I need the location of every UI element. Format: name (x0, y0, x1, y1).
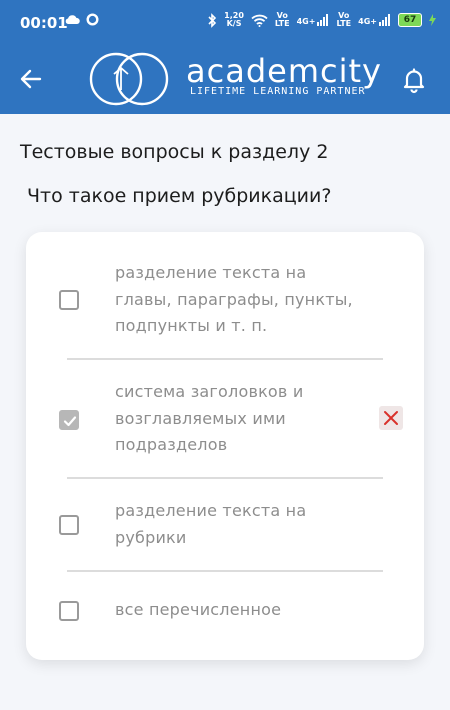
answer-options-card: разделение текста на главы, параграфы, п… (26, 232, 424, 660)
answer-line: система заголовков и (115, 382, 304, 401)
status-bar: 00:01 1,20 K/S Vo LTE 4G+ Vo LTE 4G+ 67 (0, 0, 450, 46)
sim1-signal: 4G+ (297, 14, 330, 26)
network-speed: 1,20 K/S (224, 12, 244, 28)
answer-line: главы, параграфы, пункты, (115, 289, 353, 309)
answer-line: подразделов (115, 435, 228, 454)
sim1-bottom: LTE (274, 19, 290, 28)
notifications-button[interactable] (400, 66, 428, 94)
answer-text: все перечисленное (115, 597, 375, 624)
answer-text: разделение текста на рубрики (115, 498, 375, 551)
sim2-generation: 4G+ (358, 17, 377, 26)
answer-checkbox[interactable] (59, 601, 79, 621)
answer-option[interactable]: все перечисленное (26, 572, 424, 652)
answer-checkbox[interactable] (59, 290, 79, 310)
status-time: 00:01 (20, 14, 68, 32)
academcity-logo: academcity LIFETIME LEARNING PARTNER (86, 50, 381, 108)
answer-line: подпункты и т. п. (115, 316, 268, 335)
cloud-icon (65, 15, 80, 24)
answer-option[interactable]: разделение текста на рубрики (26, 479, 424, 571)
answer-line: разделение текста на (115, 263, 307, 282)
status-left-icons (64, 13, 99, 26)
network-speed-unit: K/S (226, 19, 242, 28)
logo-word: academcity (186, 52, 382, 90)
answer-line: возглавляемых ими (115, 408, 286, 428)
answer-checkbox[interactable] (59, 515, 79, 535)
answer-line: все перечисленное (115, 600, 282, 619)
answer-checkbox-checked[interactable] (59, 410, 79, 430)
sim1-generation: 4G+ (296, 17, 316, 26)
wrong-answer-marker (379, 406, 403, 430)
wifi-icon (251, 14, 268, 27)
signal-icon (317, 14, 329, 26)
bell-icon (403, 68, 425, 94)
answer-line: разделение текста на (115, 501, 307, 520)
close-icon (384, 411, 398, 425)
top-app-bar: 00:01 1,20 K/S Vo LTE 4G+ Vo LTE 4G+ 67 … (0, 0, 450, 114)
circle-icon (86, 13, 99, 26)
logo-circles-icon (89, 52, 169, 106)
check-icon (63, 416, 77, 427)
signal-icon (379, 14, 390, 26)
sim1-volte: Vo LTE (275, 12, 290, 28)
bluetooth-icon (208, 12, 217, 28)
answer-option-selected[interactable]: система заголовков и возглавляемых ими п… (26, 360, 424, 478)
answer-text: система заголовков и возглавляемых ими п… (115, 379, 375, 459)
status-right-icons: 1,20 K/S Vo LTE 4G+ Vo LTE 4G+ 67 (207, 12, 436, 28)
back-button[interactable] (18, 66, 44, 92)
section-title: Тестовые вопросы к разделу 2 (20, 141, 329, 163)
battery-indicator: 67 (398, 13, 422, 27)
sim2-bottom: LTE (336, 19, 352, 28)
answer-text: разделение текста на главы, параграфы, п… (115, 260, 375, 340)
sim2-signal: 4G+ (358, 14, 391, 26)
charging-icon (429, 14, 436, 26)
question-text: Что такое прием рубрикации? (27, 185, 332, 207)
sim2-volte: Vo LTE (336, 12, 351, 28)
answer-option[interactable]: разделение текста на главы, параграфы, п… (26, 232, 424, 360)
arrow-left-icon (20, 69, 42, 89)
answer-line: рубрики (115, 527, 187, 547)
logo-tagline: LIFETIME LEARNING PARTNER (190, 86, 366, 97)
